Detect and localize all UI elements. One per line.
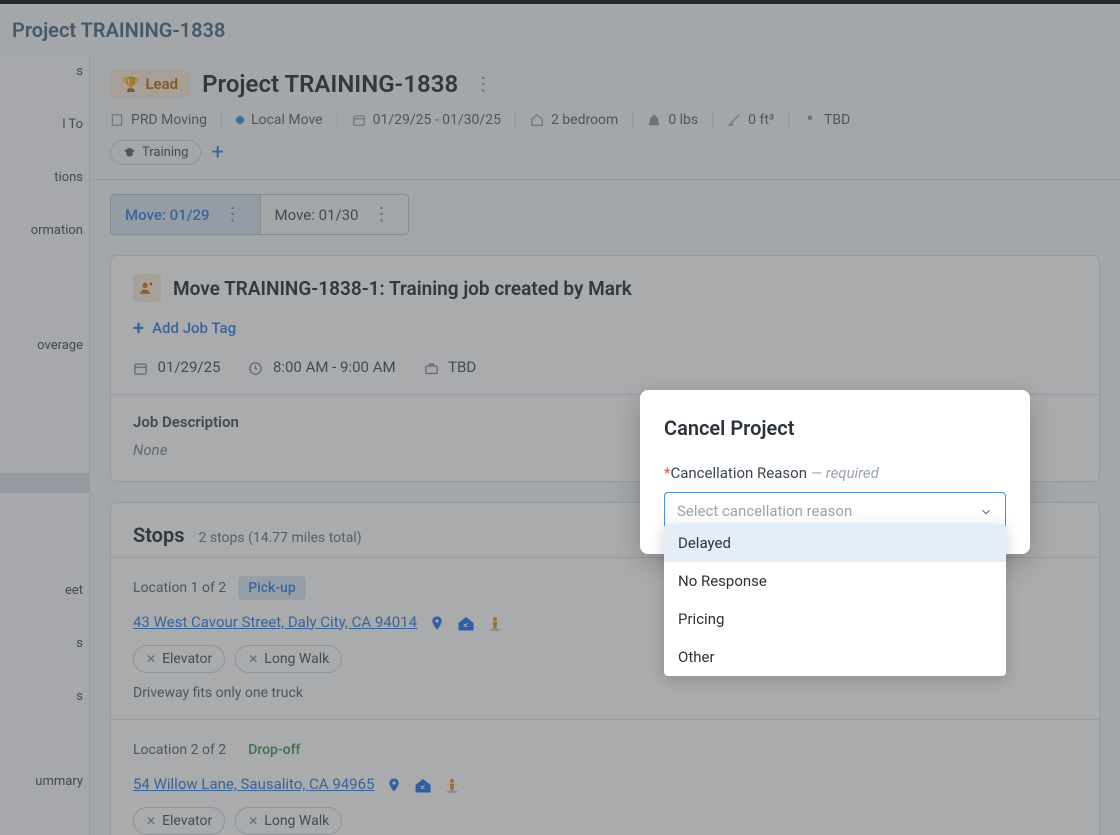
chevron-down-icon [979,502,993,521]
dropdown-option-pricing[interactable]: Pricing [664,600,1006,638]
modal-title: Cancel Project [664,416,1006,440]
required-hint: — required [807,464,879,482]
field-label-text: Cancellation Reason [670,464,807,482]
select-placeholder: Select cancellation reason [677,502,852,520]
field-label: *Cancellation Reason — required [664,464,1006,482]
dropdown-option-delayed[interactable]: Delayed [664,524,1006,562]
dropdown-option-no-response[interactable]: No Response [664,562,1006,600]
dropdown-option-other[interactable]: Other [664,638,1006,676]
cancellation-reason-dropdown: Delayed No Response Pricing Other [664,524,1006,676]
